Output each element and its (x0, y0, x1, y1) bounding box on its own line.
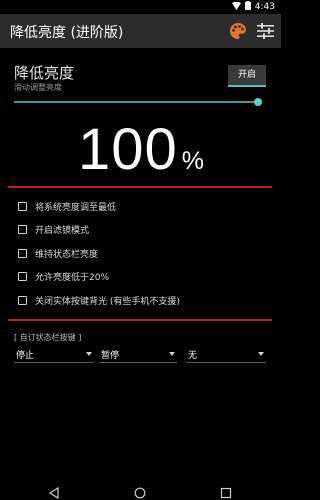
back-icon (48, 486, 59, 500)
recents-icon (220, 487, 232, 499)
statusbar-button-3-select[interactable]: 无 (186, 345, 266, 363)
brightness-readout: 100 % (78, 116, 204, 186)
option-label: 关闭实体按键背光 (有些手机不支援) (35, 297, 180, 307)
brightness-subtitle: 滑动调整亮度 (14, 83, 62, 92)
brightness-heading: 降低亮度 (14, 64, 75, 82)
statusbar-button-1-select[interactable]: 停止 (14, 345, 94, 363)
divider-top (8, 186, 272, 188)
dropdown-arrow-icon (169, 352, 175, 356)
option-label: 开启滤镜模式 (35, 226, 90, 236)
brightness-slider[interactable] (14, 97, 262, 107)
home-button[interactable] (134, 484, 146, 499)
app-title: 降低亮度 (进阶版) (10, 25, 124, 41)
status-bar: 4:43 (0, 0, 281, 14)
status-time: 4:43 (254, 2, 275, 12)
brightness-value: 100 (78, 117, 178, 182)
option-disable-key-backlight[interactable]: 关闭实体按键背光 (有些手机不支援) (18, 294, 180, 307)
checkbox[interactable] (18, 202, 27, 211)
home-icon (134, 487, 146, 499)
dropdown-arrow-icon (258, 352, 264, 356)
dropdown-arrow-icon (86, 352, 92, 356)
option-keep-statusbar-brightness[interactable]: 维持状态栏亮度 (18, 247, 98, 260)
custom-statusbar-label: [ 自订状态栏按键 ] (14, 333, 82, 342)
option-label: 将系统亮度调至最低 (35, 203, 117, 213)
navigation-bar (0, 480, 281, 500)
divider-bottom (8, 319, 272, 321)
slider-thumb[interactable] (254, 98, 262, 106)
checkbox[interactable] (18, 249, 27, 258)
back-button[interactable] (48, 484, 60, 500)
checkbox[interactable] (18, 296, 27, 305)
enable-button[interactable]: 开启 (228, 65, 266, 87)
status-icons: 4:43 (231, 1, 275, 13)
checkbox[interactable] (18, 225, 27, 234)
option-min-system-brightness[interactable]: 将系统亮度调至最低 (18, 200, 116, 213)
percent-sign: % (181, 147, 205, 175)
option-filter-mode[interactable]: 开启滤镜模式 (18, 223, 89, 236)
app-bar: 降低亮度 (进阶版) (0, 14, 281, 48)
option-label: 维持状态栏亮度 (35, 250, 99, 260)
wifi-icon (231, 1, 241, 13)
battery-icon (244, 1, 251, 13)
tune-icon (257, 23, 274, 39)
theme-button[interactable] (229, 22, 247, 40)
recents-button[interactable] (220, 484, 232, 499)
palette-icon (230, 23, 246, 39)
option-allow-below-20[interactable]: 允许亮度低于20% (18, 270, 109, 283)
select-value: 暂停 (101, 351, 120, 361)
select-value: 停止 (16, 351, 35, 361)
select-value: 无 (188, 351, 198, 361)
settings-button[interactable] (257, 23, 274, 39)
checkbox[interactable] (18, 272, 27, 281)
option-label: 允许亮度低于20% (35, 273, 110, 283)
statusbar-button-2-select[interactable]: 暂停 (99, 345, 177, 363)
slider-track (14, 101, 258, 103)
